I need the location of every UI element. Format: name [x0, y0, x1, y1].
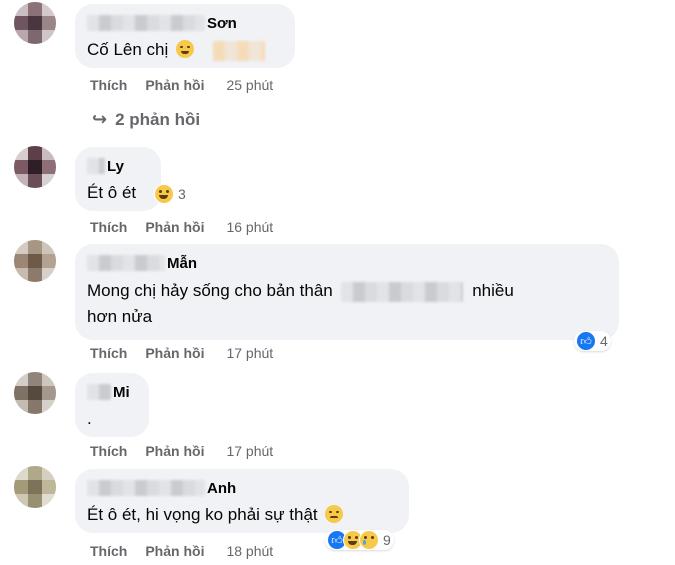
- comment-author[interactable]: Ly: [107, 158, 124, 175]
- comment-time[interactable]: 16 phút: [226, 219, 273, 235]
- replies-count-label: 2 phản hồi: [115, 109, 201, 129]
- blurred-name: [87, 480, 205, 496]
- comment-author[interactable]: Mi: [113, 384, 130, 401]
- comment-text: Ét ô ét, hi vọng ko phải sự thật: [87, 505, 318, 524]
- smiling-face-emoji-icon: [176, 40, 195, 58]
- reaction-count: 3: [178, 186, 186, 202]
- blurred-name: [87, 255, 165, 271]
- blurred-text: [341, 281, 464, 302]
- comment-text: Ét ô ét: [87, 183, 137, 202]
- comment-time[interactable]: 17 phút: [226, 443, 273, 459]
- like-reaction-icon: 👍︎: [576, 331, 596, 351]
- like-link[interactable]: Thích: [90, 219, 127, 235]
- comment-actions: Thích Phản hồi 18 phút: [90, 542, 273, 560]
- reaction-summary[interactable]: 👍︎ 9: [325, 530, 394, 550]
- comment-bubble: Mẫn Mong chị hảy sống cho bản thân nhiều…: [75, 244, 619, 340]
- comment-text-continued: nhiều: [472, 281, 514, 300]
- reaction-count: 4: [600, 333, 608, 349]
- comment-author[interactable]: Mẫn: [167, 255, 197, 272]
- like-link[interactable]: Thích: [90, 77, 127, 93]
- view-replies-link[interactable]: ↪ 2 phản hồi: [92, 109, 200, 130]
- comment-actions: Thích Phản hồi 25 phút: [90, 76, 273, 94]
- like-link[interactable]: Thích: [90, 345, 127, 361]
- reply-arrow-icon: ↪: [92, 109, 108, 129]
- haha-reaction-icon: [154, 184, 174, 204]
- sad-reaction-icon: [359, 530, 379, 550]
- comment-bubble: Ly Ét ô ét: [75, 147, 161, 211]
- comment-text: Mong chị hảy sống cho bản thân: [87, 281, 333, 300]
- avatar[interactable]: [14, 372, 56, 414]
- comment-text-line2: hơn nửa: [87, 307, 153, 326]
- reply-link[interactable]: Phản hồi: [145, 77, 204, 93]
- comment-time[interactable]: 17 phút: [226, 345, 273, 361]
- like-link[interactable]: Thích: [90, 543, 127, 559]
- avatar[interactable]: [14, 146, 56, 188]
- reaction-summary[interactable]: 3: [152, 184, 189, 204]
- avatar[interactable]: [14, 466, 56, 508]
- comment-text: Cố Lên chị: [87, 40, 169, 59]
- reply-link[interactable]: Phản hồi: [145, 443, 204, 459]
- reply-link[interactable]: Phản hồi: [145, 543, 204, 559]
- blurred-name: [87, 15, 205, 31]
- comment-actions: Thích Phản hồi 17 phút: [90, 344, 273, 362]
- comment-text: .: [87, 409, 92, 428]
- pleading-face-emoji-icon: [325, 505, 344, 523]
- comment-bubble: Sơn Cố Lên chị: [75, 4, 295, 68]
- comment-bubble: Mi .: [75, 373, 149, 437]
- comment-time[interactable]: 18 phút: [226, 543, 273, 559]
- comment-time[interactable]: 25 phút: [226, 77, 273, 93]
- avatar[interactable]: [14, 2, 56, 44]
- comment-bubble: Anh Ét ô ét, hi vọng ko phải sự thật: [75, 469, 409, 533]
- reply-link[interactable]: Phản hồi: [145, 345, 204, 361]
- blurred-name: [87, 158, 105, 174]
- avatar[interactable]: [14, 240, 56, 282]
- comment-actions: Thích Phản hồi 16 phút: [90, 218, 273, 236]
- reaction-count: 9: [383, 532, 391, 548]
- like-link[interactable]: Thích: [90, 443, 127, 459]
- blurred-emoji: [212, 40, 265, 61]
- comment-author[interactable]: Anh: [207, 480, 236, 497]
- reaction-summary[interactable]: 👍︎ 4: [574, 331, 611, 351]
- reply-link[interactable]: Phản hồi: [145, 219, 204, 235]
- blurred-name: [87, 384, 111, 400]
- comment-author[interactable]: Sơn: [207, 15, 237, 32]
- comment-actions: Thích Phản hồi 17 phút: [90, 442, 273, 460]
